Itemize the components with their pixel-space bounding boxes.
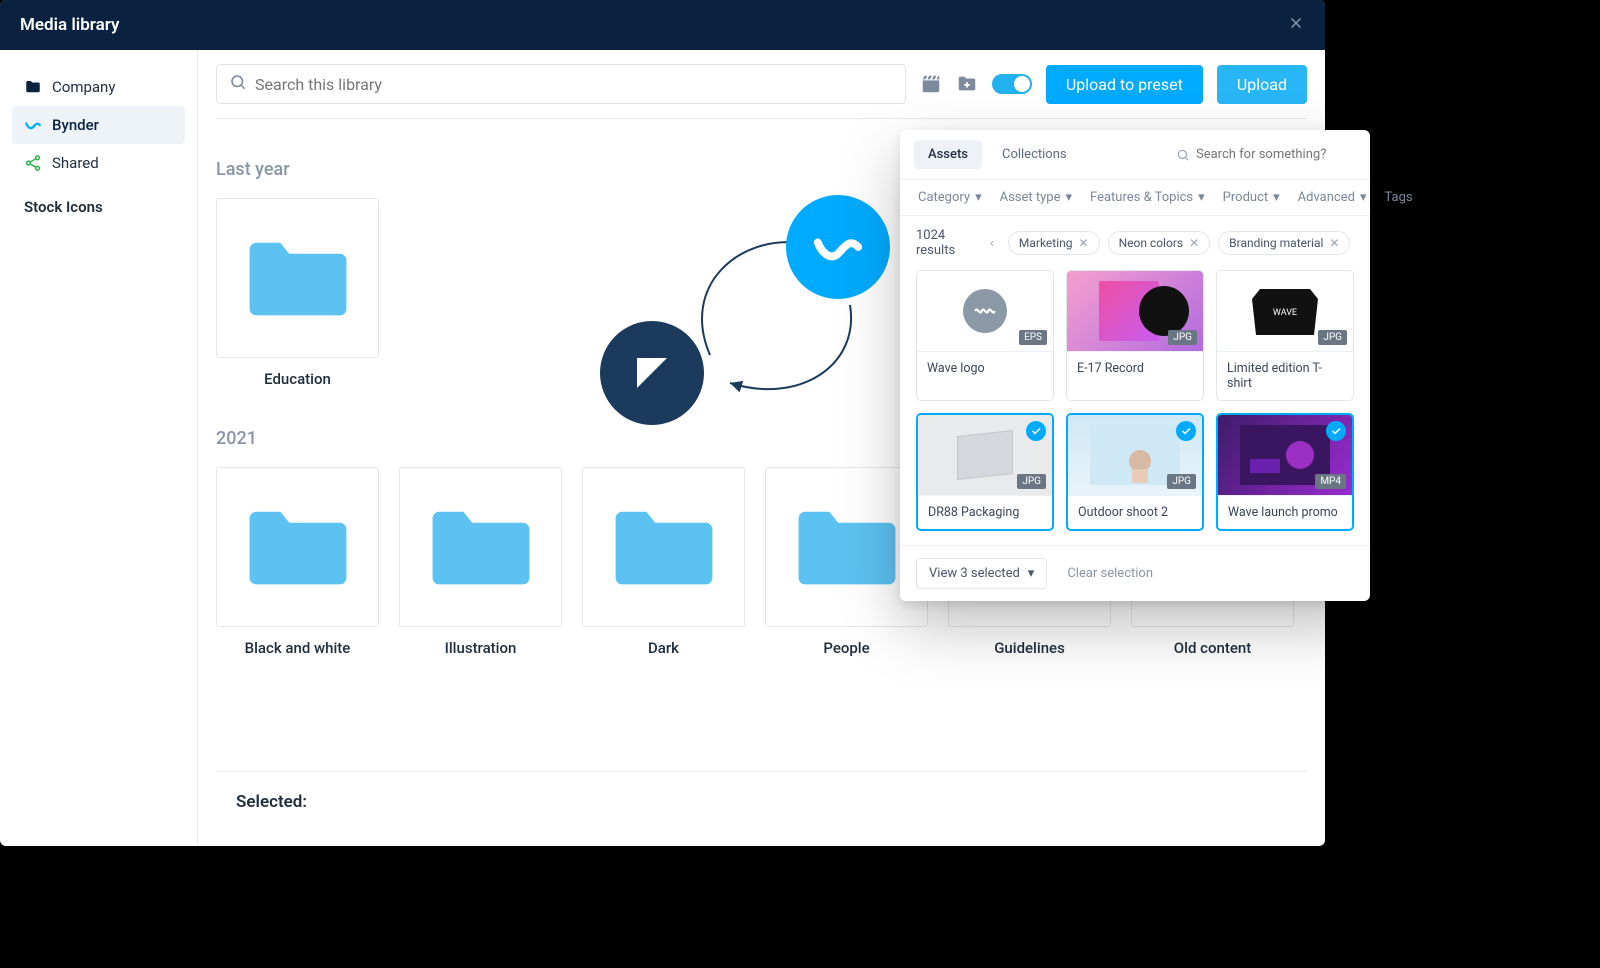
library-search[interactable] bbox=[216, 64, 906, 104]
bynder-icon bbox=[24, 116, 42, 134]
asset-card[interactable]: JPG Outdoor shoot 2 bbox=[1066, 413, 1204, 531]
tab-assets[interactable]: Assets bbox=[914, 140, 982, 169]
asset-thumbnail: JPG bbox=[1068, 415, 1202, 495]
folder-name: Education bbox=[216, 370, 379, 388]
format-badge: JPG bbox=[1168, 330, 1197, 345]
selected-check-icon bbox=[1176, 421, 1196, 441]
chevron-down-icon: ▾ bbox=[1360, 190, 1367, 205]
filter-tags[interactable]: Tags bbox=[1384, 190, 1412, 205]
filter-product[interactable]: Product▾ bbox=[1223, 190, 1280, 205]
sidebar-heading-stock-icons[interactable]: Stock Icons bbox=[12, 182, 185, 216]
remove-chip-icon[interactable]: ✕ bbox=[1079, 236, 1089, 250]
tab-collections[interactable]: Collections bbox=[988, 140, 1081, 169]
folder-card[interactable]: Black and white bbox=[216, 467, 379, 657]
asset-card[interactable]: JPG E-17 Record bbox=[1066, 270, 1204, 401]
titlebar: Media library bbox=[0, 0, 1325, 50]
folder-icon bbox=[243, 233, 353, 323]
toolbar: Upload to preset Upload bbox=[216, 64, 1307, 119]
folder-solid-icon bbox=[24, 78, 42, 96]
selected-label: Selected: bbox=[236, 792, 307, 812]
sidebar: Company Bynder Shared Stock Icons bbox=[0, 50, 198, 846]
clapperboard-icon[interactable] bbox=[920, 73, 942, 95]
asset-title: Wave logo bbox=[917, 351, 1053, 385]
chevron-down-icon: ▾ bbox=[1028, 566, 1035, 581]
filter-advanced[interactable]: Advanced▾ bbox=[1298, 190, 1367, 205]
chevron-left-icon[interactable]: ‹ bbox=[986, 236, 998, 251]
results-count: 1024 results bbox=[916, 228, 976, 258]
filter-chip[interactable]: Marketing✕ bbox=[1008, 231, 1100, 255]
format-badge: JPG bbox=[1318, 330, 1347, 345]
asset-title: Wave launch promo bbox=[1218, 495, 1352, 529]
asset-thumbnail: EPS bbox=[917, 271, 1053, 351]
folder-card[interactable]: Education bbox=[216, 198, 379, 388]
asset-title: DR88 Packaging bbox=[918, 495, 1052, 529]
chevron-down-icon: ▾ bbox=[975, 190, 982, 205]
sidebar-item-label: Bynder bbox=[52, 116, 99, 134]
asset-thumbnail: JPG bbox=[1067, 271, 1203, 351]
folder-name: Old content bbox=[1131, 639, 1294, 657]
sidebar-item-company[interactable]: Company bbox=[12, 68, 185, 106]
search-icon bbox=[1176, 148, 1190, 162]
folder-icon bbox=[243, 502, 353, 592]
filter-features[interactable]: Features & Topics▾ bbox=[1090, 190, 1205, 205]
overlay-search[interactable] bbox=[1166, 141, 1356, 168]
upload-to-preset-button[interactable]: Upload to preset bbox=[1046, 65, 1203, 104]
format-badge: EPS bbox=[1019, 330, 1047, 345]
close-icon[interactable] bbox=[1287, 13, 1305, 38]
remove-chip-icon[interactable]: ✕ bbox=[1189, 236, 1199, 250]
folder-icon bbox=[426, 502, 536, 592]
svg-text:WAVE: WAVE bbox=[1273, 308, 1297, 318]
window-title: Media library bbox=[20, 15, 119, 35]
sidebar-item-label: Shared bbox=[52, 154, 99, 172]
asset-picker-panel: Assets Collections Category▾ Asset type▾… bbox=[900, 130, 1370, 601]
sidebar-item-bynder[interactable]: Bynder bbox=[12, 106, 185, 144]
search-icon bbox=[229, 73, 247, 95]
new-folder-icon[interactable] bbox=[956, 73, 978, 95]
folder-name: Guidelines bbox=[948, 639, 1111, 657]
view-toggle[interactable] bbox=[992, 74, 1032, 94]
share-icon bbox=[24, 154, 42, 172]
folder-icon bbox=[792, 502, 902, 592]
folder-name: Black and white bbox=[216, 639, 379, 657]
upload-button[interactable]: Upload bbox=[1217, 65, 1307, 104]
remove-chip-icon[interactable]: ✕ bbox=[1329, 236, 1339, 250]
format-badge: JPG bbox=[1017, 474, 1046, 489]
asset-card[interactable]: EPS Wave logo bbox=[916, 270, 1054, 401]
format-badge: JPG bbox=[1167, 474, 1196, 489]
folder-name: Illustration bbox=[399, 639, 562, 657]
filter-chip[interactable]: Neon colors✕ bbox=[1108, 231, 1211, 255]
folder-card[interactable]: Dark bbox=[582, 467, 745, 657]
chevron-down-icon: ▾ bbox=[1065, 190, 1072, 205]
selected-bar: Selected: bbox=[216, 771, 1307, 832]
asset-thumbnail: WAVE JPG bbox=[1217, 271, 1353, 351]
filter-chip[interactable]: Branding material✕ bbox=[1218, 231, 1350, 255]
filter-category[interactable]: Category▾ bbox=[918, 190, 982, 205]
search-input[interactable] bbox=[255, 75, 893, 94]
overlay-search-input[interactable] bbox=[1196, 147, 1346, 162]
asset-card[interactable]: WAVE JPG Limited edition T-shirt bbox=[1216, 270, 1354, 401]
sidebar-item-shared[interactable]: Shared bbox=[12, 144, 185, 182]
asset-thumbnail: MP4 bbox=[1218, 415, 1352, 495]
selected-check-icon bbox=[1026, 421, 1046, 441]
asset-card[interactable]: MP4 Wave launch promo bbox=[1216, 413, 1354, 531]
folder-card[interactable]: Illustration bbox=[399, 467, 562, 657]
asset-title: Limited edition T-shirt bbox=[1217, 351, 1353, 400]
asset-title: E-17 Record bbox=[1067, 351, 1203, 385]
chevron-down-icon: ▾ bbox=[1198, 190, 1205, 205]
sidebar-item-label: Company bbox=[52, 78, 115, 96]
folder-name: Dark bbox=[582, 639, 745, 657]
clear-selection-button[interactable]: Clear selection bbox=[1067, 566, 1153, 581]
asset-title: Outdoor shoot 2 bbox=[1068, 495, 1202, 529]
chevron-down-icon: ▾ bbox=[1273, 190, 1280, 205]
view-selected-button[interactable]: View 3 selected ▾ bbox=[916, 558, 1047, 589]
asset-thumbnail: JPG bbox=[918, 415, 1052, 495]
filter-asset-type[interactable]: Asset type▾ bbox=[1000, 190, 1072, 205]
format-badge: MP4 bbox=[1315, 474, 1346, 489]
folder-icon bbox=[609, 502, 719, 592]
selected-check-icon bbox=[1326, 421, 1346, 441]
asset-card[interactable]: JPG DR88 Packaging bbox=[916, 413, 1054, 531]
folder-name: People bbox=[765, 639, 928, 657]
